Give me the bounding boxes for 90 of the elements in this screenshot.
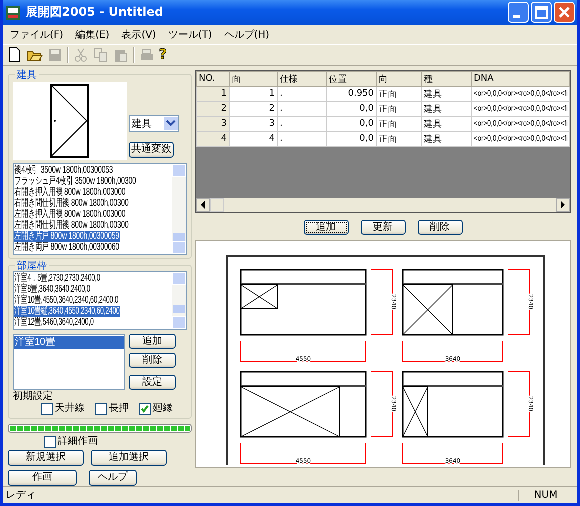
checkbox[interactable]: 天井線 <box>41 403 85 415</box>
table-cell: 建具 <box>422 86 472 102</box>
table-cell: 正面 <box>376 116 422 132</box>
minimize-button[interactable] <box>508 2 529 23</box>
checkbox[interactable]: 廻縁 <box>139 403 173 415</box>
close-button[interactable] <box>554 2 575 23</box>
table-cell: . <box>278 86 326 102</box>
list-item[interactable]: 洋室10畳縦,3640,4550,2340,60,2400 <box>14 306 120 317</box>
table-cell: 建具 <box>422 102 472 116</box>
table-cell: <or>0,0,0</or><ro>0,0,0</ro><fi <box>472 102 570 116</box>
num-lock-indicator: NUM <box>518 490 573 500</box>
table-cell: 0,0 <box>326 102 376 116</box>
table-cell: 正面 <box>376 102 422 116</box>
grid-button[interactable]: 追加 <box>304 220 348 235</box>
new-file-icon[interactable] <box>7 47 23 63</box>
room-list[interactable]: 洋室4．5畳,2730,2730,2400,0 洋室8畳,3640,3640,2400,0 洋室10畳,4550,3640,2340,60,2400,0 洋室10畳縦,3640,4550,2340,60,2400 洋室12畳,5460,3640,2400,0 <box>13 271 187 330</box>
list-item[interactable]: 洋室10畳,4550,3640,2340,60,2400,0 <box>14 295 120 306</box>
defaults-label: 初期設定 <box>13 391 54 403</box>
app-icon <box>5 4 21 20</box>
checkbox[interactable]: 長押 <box>95 403 129 415</box>
table-cell: . <box>278 102 326 116</box>
maximize-button[interactable] <box>531 2 552 23</box>
checkbox-box[interactable] <box>139 403 151 415</box>
menu-item[interactable]: ツール(T) <box>163 28 218 42</box>
table-cell: <or>0,0,0</or><ro>0,0,0</ro><fi <box>472 86 570 102</box>
table-cell: 正面 <box>376 86 422 102</box>
status-text: レディ <box>5 489 37 502</box>
column-header[interactable]: NO. <box>196 72 230 86</box>
list-item[interactable]: 左開き間仕切用襖 800w 1800h,00300 <box>14 220 130 231</box>
selected-room-list[interactable]: 洋室10畳 <box>13 334 125 390</box>
list-item[interactable]: 左開き押入用襖 800w 1800h,003000 <box>14 209 126 220</box>
table-cell: 0.950 <box>326 86 376 102</box>
action-button[interactable]: ヘルプ <box>89 470 137 486</box>
column-header[interactable]: 向 <box>376 72 422 86</box>
column-header[interactable]: 種 <box>422 72 472 86</box>
table-cell: 3 <box>230 116 278 132</box>
menu-item[interactable]: 表示(V) <box>116 28 162 42</box>
list-item[interactable]: 右開き間仕切用襖 800w 1800h,00300 <box>14 198 130 209</box>
list-item[interactable]: 左開き両戸 800w 1800h,00300060 <box>14 242 120 253</box>
list-item[interactable]: 右開き押入用襖 800w 1800h,003000 <box>14 187 126 198</box>
horizontal-scrollbar[interactable] <box>196 198 570 212</box>
menu-item[interactable]: ヘルプ(H) <box>219 28 275 42</box>
column-header[interactable]: 面 <box>230 72 278 86</box>
table-cell: 4 <box>230 132 278 146</box>
menu-item[interactable]: 編集(E) <box>70 28 115 42</box>
column-header[interactable]: DNA <box>472 72 570 86</box>
grid-button[interactable]: 更新 <box>360 220 406 235</box>
table-cell: 2 <box>230 102 278 116</box>
table-cell: <or>0,0,0</or><ro>0,0,0</ro><fi <box>472 132 570 146</box>
list-item[interactable]: 洋室10畳 <box>14 336 124 349</box>
group-title: 建具 <box>15 68 39 82</box>
room-button[interactable]: 削除 <box>129 353 176 368</box>
room-button[interactable]: 設定 <box>129 375 176 390</box>
list-item[interactable]: 洋室4．5畳,2730,2730,2400,0 <box>14 273 102 284</box>
list-item[interactable]: フラッシュ戸4枚引 3500w 1800h,00300 <box>14 176 137 187</box>
checkbox[interactable]: 詳細作画 <box>8 436 192 448</box>
type-dropdown[interactable]: 建具 <box>129 115 179 132</box>
checkbox-box[interactable] <box>44 436 56 448</box>
action-button[interactable]: 追加選択 <box>91 450 167 466</box>
table-cell: 1 <box>230 86 278 102</box>
grid-button[interactable]: 削除 <box>418 220 462 235</box>
table-cell: . <box>278 116 326 132</box>
common-variables-button[interactable]: 共通変数 <box>129 142 174 158</box>
room-button[interactable]: 追加 <box>129 334 176 349</box>
table-cell: 建具 <box>422 132 472 146</box>
checkbox-box[interactable] <box>41 403 53 415</box>
list-item[interactable]: 洋室12畳,5460,3640,2400,0 <box>14 317 95 328</box>
table-cell: <or>0,0,0</or><ro>0,0,0</ro><fi <box>472 116 570 132</box>
table-cell: . <box>278 132 326 146</box>
list-item[interactable]: 襖4枚引 3500w 1800h,00300053 <box>14 165 114 176</box>
checkbox-box[interactable] <box>95 403 107 415</box>
scrollbar[interactable] <box>172 272 186 329</box>
table-cell: 0,0 <box>326 116 376 132</box>
action-button[interactable]: 新規選択 <box>8 450 84 466</box>
row-header[interactable]: 3 <box>196 116 230 132</box>
fixture-list[interactable] <box>13 163 187 255</box>
table-cell: 0,0 <box>326 132 376 146</box>
menu-item[interactable]: ファイル(F) <box>5 28 69 42</box>
column-header[interactable]: 仕様 <box>278 72 326 86</box>
table-cell: 正面 <box>376 132 422 146</box>
table-cell: 建具 <box>422 116 472 132</box>
scrollbar[interactable] <box>172 164 186 254</box>
list-item[interactable]: 左開き片戸 800w 1800h,00300059 <box>14 231 120 242</box>
row-header[interactable]: 4 <box>196 132 230 146</box>
column-header[interactable]: 位置 <box>326 72 376 86</box>
window-title: 展開図2005 - Untitled <box>26 4 164 21</box>
list-item[interactable]: 洋室8畳,3640,3640,2400,0 <box>14 284 92 295</box>
row-header[interactable]: 1 <box>196 86 230 102</box>
action-button[interactable]: 作画 <box>8 470 77 486</box>
row-header[interactable]: 2 <box>196 102 230 116</box>
